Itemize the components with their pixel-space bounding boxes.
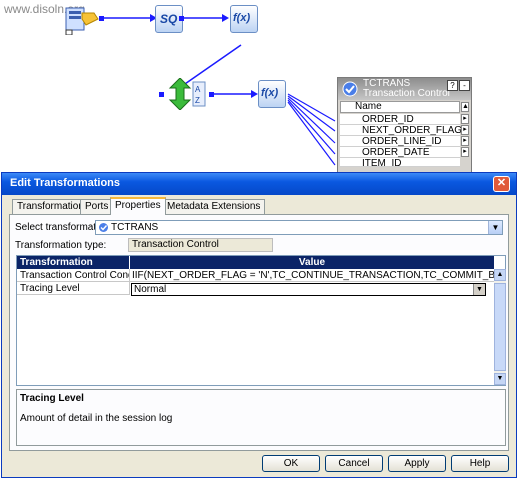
transaction-control-node[interactable]: TCTRANS Transaction Control ? - Name ▲ O… xyxy=(337,77,472,173)
apply-button[interactable]: Apply xyxy=(388,455,446,472)
minimize-icon[interactable]: - xyxy=(459,80,470,91)
transformation-type-label: Transformation type: xyxy=(15,240,107,251)
sorter-icon[interactable]: A Z xyxy=(168,77,208,111)
node-subtitle: Transaction Control xyxy=(363,88,450,99)
grid-header-attribute: Transformation Attribute xyxy=(17,256,130,281)
transaction-control-icon xyxy=(342,81,358,97)
attribute-description: Tracing Level Amount of detail in the se… xyxy=(16,389,506,446)
grid-vertical-scrollbar[interactable]: ▲ ▼ xyxy=(494,269,506,385)
chevron-down-icon[interactable]: ▼ xyxy=(488,221,502,234)
link-handle xyxy=(179,16,184,21)
scroll-down-icon[interactable]: ▼ xyxy=(494,373,506,385)
description-title: Tracing Level xyxy=(20,393,84,404)
tracing-level-select[interactable]: Normal ▼ xyxy=(131,283,486,296)
port-link-icon: ▸ xyxy=(461,147,469,157)
svg-text:Z: Z xyxy=(195,96,200,105)
cancel-button[interactable]: Cancel xyxy=(325,455,383,472)
ok-button[interactable]: OK xyxy=(262,455,320,472)
dialog-titlebar[interactable]: Edit Transformations ✕ xyxy=(2,173,516,195)
link-handle xyxy=(99,16,104,21)
select-transformation-combo[interactable]: TCTRANS ▼ xyxy=(95,220,503,235)
scroll-up-icon[interactable]: ▲ xyxy=(494,269,506,281)
port-row[interactable]: ORDER_DATE xyxy=(340,147,460,158)
scrollbar-thumb[interactable] xyxy=(494,283,506,371)
port-link-icon: ▸ xyxy=(461,114,469,124)
close-icon[interactable]: ✕ xyxy=(493,176,510,192)
grid-header-value: Value xyxy=(130,256,494,269)
tab-ports[interactable]: Ports xyxy=(80,199,114,214)
node-header[interactable]: TCTRANS Transaction Control ? - xyxy=(338,78,471,100)
mapping-canvas: SQ f(x) A Z f(x) TCTRANS Transaction Con… xyxy=(0,0,518,173)
svg-text:A: A xyxy=(195,85,201,94)
selected-transformation: TCTRANS xyxy=(111,222,159,233)
properties-grid: Transformation Attribute Value Transacti… xyxy=(16,255,506,386)
port-row[interactable]: ITEM_ID xyxy=(340,158,460,167)
port-column-header: Name xyxy=(340,101,460,113)
port-link-icon: ▸ xyxy=(461,136,469,146)
tab-metadata-extensions[interactable]: Metadata Extensions xyxy=(162,199,266,214)
port-link-icon: ▸ xyxy=(461,125,469,135)
port-row[interactable]: NEXT_ORDER_FLAG xyxy=(340,125,462,136)
tab-transformation[interactable]: Transformation xyxy=(12,199,89,214)
dialog-title: Edit Transformations xyxy=(10,177,121,189)
scroll-up-icon[interactable]: ▲ xyxy=(461,102,469,112)
transformation-type-value: Transaction Control xyxy=(128,238,273,252)
source-icon[interactable] xyxy=(64,5,100,36)
transaction-control-condition-value[interactable]: IIF(NEXT_ORDER_FLAG = 'N',TC_CONTINUE_TR… xyxy=(130,269,494,282)
chevron-down-icon[interactable]: ▼ xyxy=(473,284,485,295)
transaction-control-icon xyxy=(99,223,108,232)
edit-transformations-dialog: Edit Transformations ✕ Transformation Po… xyxy=(1,172,517,478)
table-row-attribute: Transaction Control Condition xyxy=(17,269,130,282)
port-row[interactable]: ORDER_LINE_ID xyxy=(340,136,460,147)
expression-icon-2[interactable]: f(x) xyxy=(258,80,286,108)
expression-icon[interactable]: f(x) xyxy=(230,5,258,33)
table-row-attribute: Tracing Level xyxy=(17,282,130,295)
port-row[interactable]: ORDER_ID xyxy=(340,114,460,125)
link-arrowhead xyxy=(222,14,229,22)
link-handle xyxy=(159,92,164,97)
help-button[interactable]: Help xyxy=(451,455,509,472)
help-icon[interactable]: ? xyxy=(447,80,458,91)
link-arrowhead xyxy=(251,90,258,98)
link-handle xyxy=(209,92,214,97)
description-text: Amount of detail in the session log xyxy=(20,413,173,424)
tab-properties[interactable]: Properties xyxy=(110,197,166,215)
